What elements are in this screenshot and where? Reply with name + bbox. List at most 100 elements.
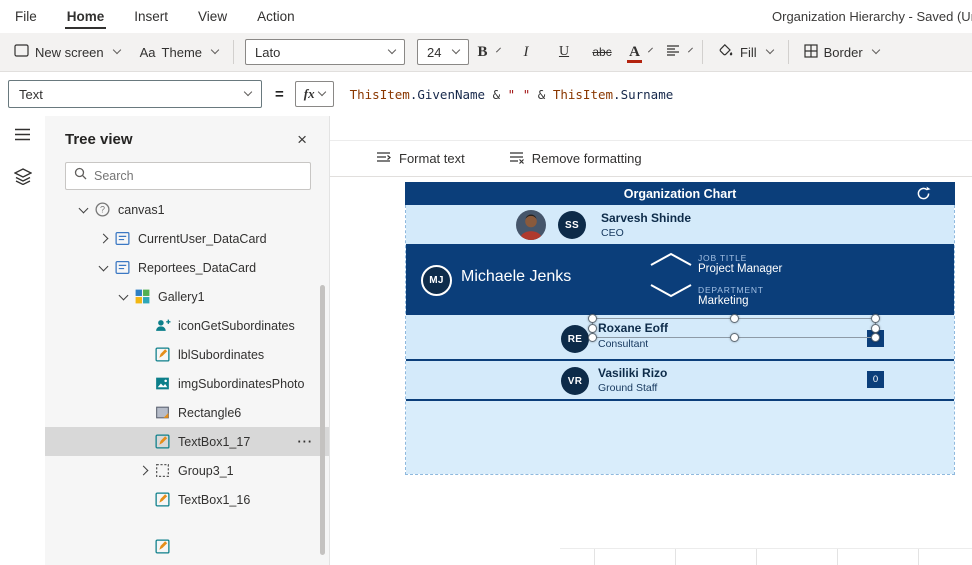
- selection-handle[interactable]: [871, 333, 880, 342]
- chevron-down-icon[interactable]: [115, 290, 131, 300]
- org-row-manager[interactable]: MJ Michaele Jenks JOB TITLE Project Mana…: [406, 246, 954, 315]
- formula-input[interactable]: ThisItem.GivenName & " " & ThisItem.Surn…: [350, 87, 674, 102]
- tree-scrollbar[interactable]: [320, 285, 325, 555]
- text-align-button[interactable]: [659, 37, 697, 67]
- person-name[interactable]: Michaele Jenks: [461, 268, 571, 286]
- bold-button[interactable]: B: [469, 37, 507, 67]
- hamburger-menu-button[interactable]: [0, 116, 45, 158]
- search-input[interactable]: [94, 169, 302, 183]
- label-icon: [154, 346, 171, 363]
- theme-button[interactable]: Aa Theme: [130, 37, 228, 67]
- tree-view-layers-icon: [13, 168, 32, 190]
- format-text-button[interactable]: Format text: [376, 151, 465, 167]
- remove-formatting-label: Remove formatting: [531, 151, 642, 166]
- tree-item-label: Group3_1: [178, 463, 234, 478]
- menu-item-file[interactable]: File: [0, 0, 52, 33]
- person-name[interactable]: Sarvesh Shinde: [601, 211, 691, 225]
- chevron-placeholder: [135, 322, 151, 329]
- chevron-right-icon[interactable]: [135, 465, 151, 476]
- org-row-ceo[interactable]: SS Sarvesh Shinde CEO: [406, 205, 954, 246]
- person-title[interactable]: Consultant: [598, 338, 648, 350]
- formula-token: ThisItem: [349, 86, 410, 102]
- gallery-icon: [134, 288, 151, 305]
- selection-handle[interactable]: [729, 333, 739, 342]
- tree-view-panel: Tree view × ? canvas1 CurrentUser_DataCard…: [45, 116, 330, 565]
- chevron-down-icon: [687, 47, 693, 53]
- tree-item-label: TextBox1_17: [178, 434, 251, 449]
- initials-avatar[interactable]: SS: [558, 211, 586, 239]
- font-family-select[interactable]: Lato: [245, 39, 406, 65]
- icon-control-icon: [154, 317, 171, 334]
- tree-item-lblSubordinates[interactable]: lblSubordinates: [45, 340, 329, 369]
- item-more-options-icon[interactable]: ···: [298, 435, 314, 449]
- tree-item-partial[interactable]: [45, 532, 329, 561]
- toolbar-separator: [787, 40, 789, 64]
- menu-item-action[interactable]: Action: [242, 0, 310, 33]
- department-label[interactable]: DEPARTMENT: [698, 285, 764, 295]
- chevron-down-icon: [765, 45, 774, 55]
- count-badge[interactable]: 0: [867, 371, 884, 388]
- tree-item-canvas1[interactable]: ? canvas1: [45, 195, 329, 224]
- chevron-down-icon[interactable]: [95, 261, 111, 271]
- chevron-up-icon[interactable]: [648, 250, 694, 270]
- tree-item-TextBox1_17[interactable]: TextBox1_17 ···: [45, 427, 329, 456]
- formula-token: &: [485, 86, 508, 102]
- chevron-down-icon[interactable]: [648, 282, 694, 302]
- selection-handle[interactable]: [729, 314, 739, 323]
- selection-handle[interactable]: [588, 323, 597, 333]
- menu-item-home[interactable]: Home: [52, 0, 120, 33]
- group-icon: [154, 462, 171, 479]
- italic-button[interactable]: I: [507, 37, 545, 67]
- org-row-empty-template[interactable]: [406, 401, 954, 474]
- chevron-down-icon[interactable]: [75, 203, 91, 213]
- ceo-photo-avatar[interactable]: [516, 210, 546, 240]
- border-button[interactable]: Border: [794, 37, 889, 67]
- selection-handle[interactable]: [871, 323, 880, 333]
- tree-item-Group3_1[interactable]: Group3_1: [45, 456, 329, 485]
- initials-avatar[interactable]: VR: [561, 367, 589, 395]
- design-canvas[interactable]: Organization Chart SS Sarvesh Shinde CEO: [330, 177, 972, 565]
- person-title[interactable]: CEO: [601, 227, 624, 239]
- new-screen-button[interactable]: New screen: [4, 37, 130, 67]
- org-row-staff[interactable]: VR Vasiliki Rizo Ground Staff 0: [406, 361, 954, 401]
- chevron-right-icon[interactable]: [95, 233, 111, 244]
- initials-avatar[interactable]: RE: [561, 325, 589, 353]
- fill-button[interactable]: Fill: [708, 37, 783, 67]
- selection-handle[interactable]: [871, 314, 880, 323]
- font-size-select[interactable]: 24: [417, 39, 470, 65]
- refresh-icon[interactable]: [915, 185, 932, 202]
- tree-item-Gallery1[interactable]: Gallery1: [45, 282, 329, 311]
- tree-view-rail-button[interactable]: [0, 158, 45, 200]
- selection-handle[interactable]: [588, 314, 597, 323]
- strikethrough-button[interactable]: abc: [583, 37, 621, 67]
- selection-handle[interactable]: [588, 333, 597, 342]
- underline-button[interactable]: U: [545, 37, 583, 67]
- org-chart-title-bar[interactable]: Organization Chart: [405, 182, 955, 205]
- property-select[interactable]: Text: [8, 80, 262, 108]
- org-row-consultant[interactable]: RE Roxane Eoff Consultant: [406, 314, 954, 361]
- close-icon[interactable]: ×: [297, 131, 307, 148]
- person-title[interactable]: Ground Staff: [598, 382, 657, 394]
- chevron-down-icon: [112, 45, 121, 55]
- person-name[interactable]: Vasiliki Rizo: [598, 366, 667, 380]
- fill-label: Fill: [740, 44, 757, 60]
- menu-item-view[interactable]: View: [183, 0, 242, 33]
- remove-formatting-button[interactable]: Remove formatting: [509, 151, 642, 167]
- tree-item-Reportees_DataCard[interactable]: Reportees_DataCard: [45, 253, 329, 282]
- department-value[interactable]: Marketing: [698, 295, 749, 307]
- tree-item-iconGetSubordinates[interactable]: iconGetSubordinates: [45, 311, 329, 340]
- tree-item-imgSubordinatesPhoto[interactable]: imgSubordinatesPhoto: [45, 369, 329, 398]
- tree-search-box[interactable]: [65, 162, 311, 190]
- job-title-label[interactable]: JOB TITLE: [698, 253, 747, 263]
- job-title-value[interactable]: Project Manager: [698, 263, 782, 275]
- tree-item-TextBox1_16[interactable]: TextBox1_16: [45, 485, 329, 514]
- menu-item-insert[interactable]: Insert: [119, 0, 183, 33]
- bold-icon: B: [477, 43, 488, 60]
- font-color-button[interactable]: A: [621, 37, 659, 67]
- initials-avatar[interactable]: MJ: [421, 265, 452, 296]
- fx-dropdown[interactable]: fx: [294, 81, 334, 107]
- selection-box: [588, 314, 880, 342]
- tree-item-CurrentUser_DataCard[interactable]: CurrentUser_DataCard: [45, 224, 329, 253]
- tree-item-label: Gallery1: [158, 289, 205, 304]
- tree-item-Rectangle6[interactable]: Rectangle6: [45, 398, 329, 427]
